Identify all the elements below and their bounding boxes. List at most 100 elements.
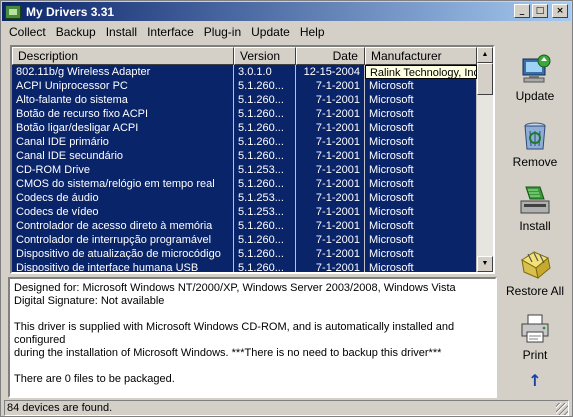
column-header-date[interactable]: Date (295, 47, 365, 65)
cell-version: 5.1.253... (234, 205, 296, 219)
table-row[interactable]: Codecs de áudio 5.1.253... 7-1-2001 Micr… (12, 191, 477, 205)
table-row[interactable]: Canal IDE secundário 5.1.260... 7-1-2001… (12, 149, 477, 163)
install-label: Install (519, 219, 551, 233)
cell-date: 12-15-2004 (296, 65, 365, 79)
window-title: My Drivers 3.31 (26, 4, 115, 19)
cell-version: 5.1.260... (234, 107, 296, 121)
install-button[interactable]: Install (501, 183, 569, 233)
cell-description: Canal IDE secundário (12, 149, 235, 163)
cell-date: 7-1-2001 (296, 233, 365, 247)
cell-description: ACPI Uniprocessor PC (12, 79, 235, 93)
cell-description: CMOS do sistema/relógio em tempo real (12, 177, 235, 191)
cell-manufacturer: Microsoft (365, 261, 477, 272)
remove-label: Remove (512, 155, 558, 169)
column-header-manufacturer[interactable]: Manufacturer (364, 47, 477, 65)
resize-grip-icon[interactable] (556, 403, 568, 415)
cell-date: 7-1-2001 (296, 191, 365, 205)
driver-list[interactable]: Description Version Date Manufacturer 80… (10, 45, 495, 274)
restore-all-button[interactable]: Restore All (501, 248, 569, 298)
action-toolbar: Update Remove Install Restore All Print … (501, 45, 569, 397)
cell-version: 5.1.260... (234, 79, 296, 93)
table-row[interactable]: Dispositivo de interface humana USB 5.1.… (12, 261, 477, 272)
cell-version: 5.1.260... (234, 149, 296, 163)
close-button[interactable]: × (552, 4, 568, 18)
scroll-down-button[interactable]: ▼ (477, 256, 493, 272)
list-scrollbar[interactable]: ▲ ▼ (477, 47, 493, 272)
menu-help[interactable]: Help (295, 25, 330, 39)
menu-update[interactable]: Update (246, 25, 295, 39)
print-label: Print (522, 348, 548, 362)
cell-manufacturer: Microsoft (365, 219, 477, 233)
cell-version: 5.1.260... (234, 219, 296, 233)
table-row[interactable]: 802.11b/g Wireless Adapter 3.0.1.0 12-15… (12, 65, 477, 79)
cell-version: 5.1.260... (234, 177, 296, 191)
cell-manufacturer: Microsoft (365, 121, 477, 135)
details-files: There are 0 files to be packaged. (14, 373, 175, 385)
cell-description: Alto-falante do sistema (12, 93, 235, 107)
print-button[interactable]: Print (501, 312, 569, 362)
cell-manufacturer: Microsoft (365, 163, 477, 177)
details-signature: Digital Signature: Not available (14, 295, 165, 307)
window-controls: _ □ × (514, 4, 568, 18)
cell-manufacturer: Microsoft (365, 177, 477, 191)
table-row[interactable]: Dispositivo de atualização de microcódig… (12, 247, 477, 261)
scroll-thumb[interactable] (477, 63, 493, 95)
driver-details: Designed for: Microsoft Windows NT/2000/… (8, 277, 497, 398)
status-bar: 84 devices are found. (4, 400, 569, 416)
menu-interface[interactable]: Interface (142, 25, 199, 39)
menu-collect[interactable]: Collect (4, 25, 51, 39)
cell-date: 7-1-2001 (296, 135, 365, 149)
scroll-up-button[interactable]: ▲ (477, 47, 493, 63)
table-row[interactable]: Botão ligar/desligar ACPI 5.1.260... 7-1… (12, 121, 477, 135)
cell-date: 7-1-2001 (296, 261, 365, 272)
cell-date: 7-1-2001 (296, 121, 365, 135)
cell-description: Dispositivo de atualização de microcódig… (12, 247, 235, 261)
update-label: Update (515, 89, 555, 103)
driver-list-body: Description Version Date Manufacturer 80… (12, 47, 477, 272)
cell-manufacturer: Microsoft (365, 205, 477, 219)
table-row[interactable]: CD-ROM Drive 5.1.253... 7-1-2001 Microso… (12, 163, 477, 177)
table-row[interactable]: Controlador de interrupção programável 5… (12, 233, 477, 247)
manufacturer-tooltip: Ralink Technology, Inc. (364, 65, 477, 79)
cell-manufacturer: Microsoft (365, 79, 477, 93)
details-note-line1: This driver is supplied with Microsoft W… (14, 321, 455, 346)
cell-manufacturer: Microsoft (365, 233, 477, 247)
cell-version: 3.0.1.0 (234, 65, 296, 79)
cell-version: 5.1.260... (234, 247, 296, 261)
maximize-button[interactable]: □ (532, 4, 548, 18)
cell-version: 5.1.260... (234, 135, 296, 149)
remove-button[interactable]: Remove (501, 119, 569, 169)
update-icon (522, 54, 551, 83)
table-row[interactable]: Botão de recurso fixo ACPI 5.1.260... 7-… (12, 107, 477, 121)
cell-date: 7-1-2001 (296, 219, 365, 233)
cell-description: 802.11b/g Wireless Adapter (12, 65, 235, 79)
column-header-description[interactable]: Description (12, 47, 235, 65)
cell-version: 5.1.253... (234, 191, 296, 205)
cell-manufacturer: Microsoft (365, 149, 477, 163)
restore-icon (521, 251, 551, 279)
menu-backup[interactable]: Backup (51, 25, 101, 39)
update-button[interactable]: Update (501, 53, 569, 103)
cell-description: Canal IDE primário (12, 135, 235, 149)
cell-date: 7-1-2001 (296, 205, 365, 219)
table-row[interactable]: Alto-falante do sistema 5.1.260... 7-1-2… (12, 93, 477, 107)
cell-description: CD-ROM Drive (12, 163, 235, 177)
minimize-button[interactable]: _ (514, 4, 530, 18)
menu-plugin[interactable]: Plug-in (199, 25, 246, 39)
table-row[interactable]: ACPI Uniprocessor PC 5.1.260... 7-1-2001… (12, 79, 477, 93)
cell-description: Dispositivo de interface humana USB (12, 261, 235, 272)
cell-description: Codecs de áudio (12, 191, 235, 205)
table-row[interactable]: Controlador de acesso direto à memória 5… (12, 219, 477, 233)
menu-install[interactable]: Install (101, 25, 142, 39)
table-row[interactable]: CMOS do sistema/relógio em tempo real 5.… (12, 177, 477, 191)
title-bar[interactable]: My Drivers 3.31 _ □ × (2, 2, 571, 21)
printer-icon (521, 314, 549, 343)
table-row[interactable]: Canal IDE primário 5.1.260... 7-1-2001 M… (12, 135, 477, 149)
cell-description: Botão de recurso fixo ACPI (12, 107, 235, 121)
column-header-version[interactable]: Version (234, 47, 296, 65)
cell-date: 7-1-2001 (296, 93, 365, 107)
scroll-top-button[interactable]: ↑ (501, 371, 569, 390)
details-designed-for: Designed for: Microsoft Windows NT/2000/… (14, 282, 456, 294)
table-row[interactable]: Codecs de vídeo 5.1.253... 7-1-2001 Micr… (12, 205, 477, 219)
recycle-bin-icon (524, 122, 546, 150)
